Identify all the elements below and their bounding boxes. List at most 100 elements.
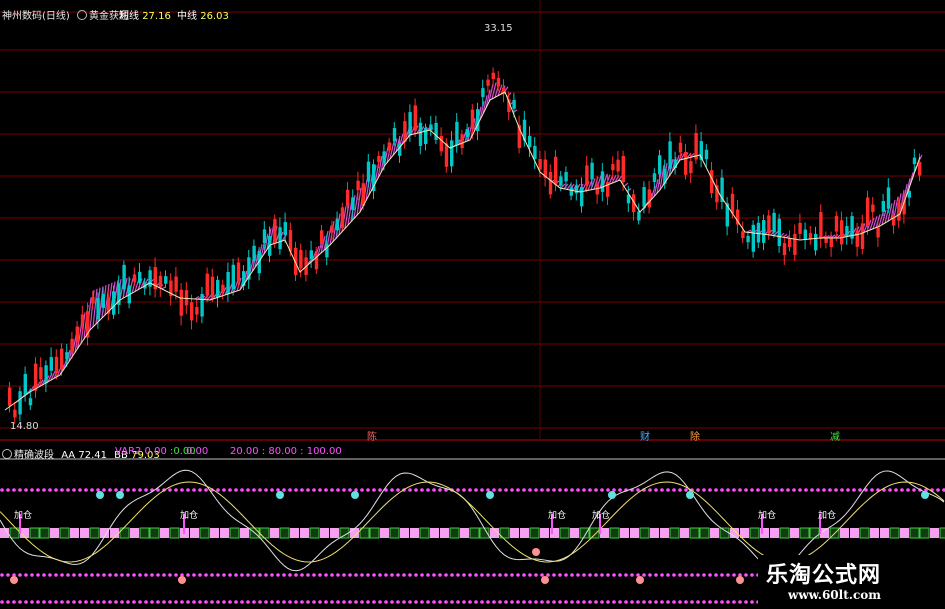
candle-body <box>512 99 516 109</box>
sell-signal-marker <box>608 491 616 499</box>
dotted-level <box>690 573 694 577</box>
dotted-level <box>498 488 502 492</box>
event-marker-1[interactable]: 陈 <box>367 428 377 443</box>
signal-bar <box>639 527 650 539</box>
dotted-level <box>6 573 10 577</box>
dotted-level <box>126 488 130 492</box>
dotted-level <box>114 488 118 492</box>
dotted-level <box>312 488 316 492</box>
sub-indicator-circle-icon <box>2 449 12 459</box>
candle-body <box>554 156 558 185</box>
dotted-level <box>714 573 718 577</box>
dotted-level <box>108 488 112 492</box>
dotted-level <box>840 488 844 492</box>
dotted-level <box>678 488 682 492</box>
dotted-level <box>228 488 232 492</box>
dotted-level <box>204 600 208 604</box>
signal-bar <box>279 527 290 539</box>
dotted-level <box>702 573 706 577</box>
dotted-level <box>360 488 364 492</box>
event-marker-4[interactable]: 减 <box>830 428 840 443</box>
sell-signal-marker <box>276 491 284 499</box>
dotted-level <box>408 600 412 604</box>
candlesticks <box>8 67 922 424</box>
candle-body <box>580 187 584 207</box>
dotted-level <box>480 573 484 577</box>
dotted-level <box>288 600 292 604</box>
dotted-level <box>744 573 748 577</box>
dotted-level <box>96 600 100 604</box>
dotted-level <box>420 573 424 577</box>
dotted-level <box>342 600 346 604</box>
dotted-level <box>120 600 124 604</box>
dotted-level <box>42 488 46 492</box>
signal-bar <box>80 528 89 538</box>
dotted-level <box>852 488 856 492</box>
dotted-level <box>144 488 148 492</box>
dotted-level <box>936 488 940 492</box>
stock-name[interactable]: 神州数码(日线) <box>2 11 70 22</box>
candle-body <box>200 293 204 317</box>
dotted-level <box>312 573 316 577</box>
signal-bar <box>50 528 59 538</box>
dotted-level <box>654 573 658 577</box>
signal-bar <box>809 527 820 539</box>
dotted-level <box>666 573 670 577</box>
candle-body <box>278 227 282 250</box>
candle-body <box>382 151 386 164</box>
dotted-level <box>756 488 760 492</box>
dotted-level <box>570 573 574 577</box>
dotted-level <box>528 600 532 604</box>
event-marker-3[interactable]: 除 <box>690 428 700 443</box>
signal-bar <box>449 527 460 539</box>
aa-value: 72.41 <box>78 450 107 461</box>
dotted-level <box>150 600 154 604</box>
dotted-level <box>138 573 142 577</box>
var2-values: VAR2 0.00 :0.00 <box>115 446 196 457</box>
dotted-level <box>726 573 730 577</box>
candle-body <box>65 352 69 360</box>
dotted-level <box>594 600 598 604</box>
dotted-level <box>366 488 370 492</box>
dotted-level <box>12 600 16 604</box>
dotted-level <box>708 600 712 604</box>
dotted-level <box>414 488 418 492</box>
dotted-level <box>534 573 538 577</box>
candle-body <box>80 314 85 324</box>
dotted-level <box>522 488 526 492</box>
dotted-level <box>330 600 334 604</box>
dotted-level <box>306 600 310 604</box>
dotted-level <box>342 573 346 577</box>
dotted-level <box>444 600 448 604</box>
dotted-level <box>672 600 676 604</box>
dotted-level <box>456 488 460 492</box>
dotted-level <box>210 600 214 604</box>
candle-body <box>450 140 454 167</box>
signal-bar <box>130 528 139 538</box>
candle-body <box>611 164 615 171</box>
dotted-level <box>648 600 652 604</box>
candle-body <box>730 193 735 214</box>
sub-indicator-name[interactable]: 精确波段 <box>14 450 54 461</box>
candle-body <box>377 155 381 163</box>
signal-bar <box>59 527 70 539</box>
event-marker-2[interactable]: 财 <box>640 428 650 443</box>
dotted-level <box>36 488 40 492</box>
dotted-level <box>432 600 436 604</box>
dotted-level <box>426 488 430 492</box>
signal-bar <box>70 528 79 538</box>
dotted-level <box>204 573 208 577</box>
signal-bar <box>840 528 849 538</box>
dotted-level <box>696 488 700 492</box>
dotted-level <box>378 488 382 492</box>
signal-bar <box>400 528 409 538</box>
dotted-level <box>690 600 694 604</box>
dotted-level <box>546 573 550 577</box>
candle-body <box>408 112 412 136</box>
dotted-level <box>618 600 622 604</box>
candle-body <box>746 235 750 243</box>
dotted-level <box>432 573 436 577</box>
dotted-level <box>186 488 190 492</box>
dotted-level <box>450 573 454 577</box>
stock-chart-canvas[interactable] <box>0 0 945 609</box>
